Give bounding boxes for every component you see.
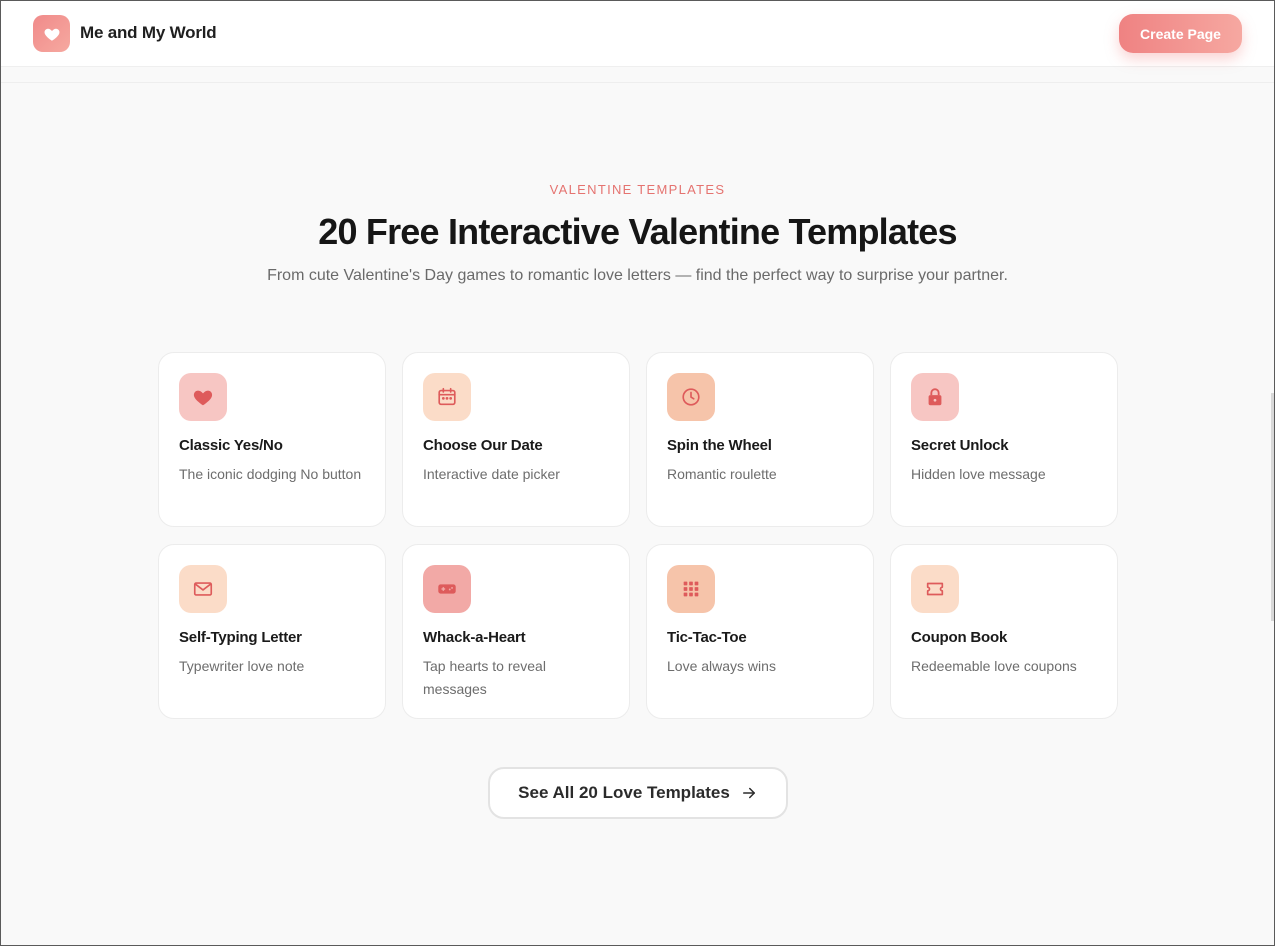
card-title: Choose Our Date — [423, 437, 543, 454]
card-description: Hidden love message — [911, 466, 1046, 482]
scrollbar[interactable] — [1271, 393, 1274, 621]
card-icon-tile — [179, 565, 227, 613]
card-icon-tile — [423, 373, 471, 421]
template-card-self-typing-letter[interactable]: Self-Typing Letter Typewriter love note — [158, 544, 386, 719]
header-divider — [1, 67, 1274, 83]
card-icon-tile — [179, 373, 227, 421]
template-card-tic-tac-toe[interactable]: Tic-Tac-Toe Love always wins — [646, 544, 874, 719]
ticket-icon — [926, 582, 944, 596]
template-card-choose-our-date[interactable]: Choose Our Date Interactive date picker — [402, 352, 630, 527]
page: Me and My World Create Page VALENTINE TE… — [0, 0, 1275, 946]
card-description: Tap hearts to reveal messages — [423, 658, 546, 697]
card-icon-tile — [911, 373, 959, 421]
card-description: Interactive date picker — [423, 466, 560, 482]
template-card-spin-the-wheel[interactable]: Spin the Wheel Romantic roulette — [646, 352, 874, 527]
card-description: The iconic dodging No button — [179, 466, 362, 482]
card-description: Typewriter love note — [179, 658, 305, 674]
card-description: Romantic roulette — [667, 466, 777, 482]
template-card-classic-yes-no[interactable]: Classic Yes/No The iconic dodging No but… — [158, 352, 386, 527]
card-title: Classic Yes/No — [179, 437, 283, 454]
template-card-secret-unlock[interactable]: Secret Unlock Hidden love message — [890, 352, 1118, 527]
clock-icon — [682, 388, 700, 406]
calendar-icon — [438, 387, 456, 406]
section-subtitle: From cute Valentine's Day games to roman… — [267, 267, 1008, 284]
template-card-whack-a-heart[interactable]: Whack-a-Heart Tap hearts to reveal messa… — [402, 544, 630, 719]
card-title: Spin the Wheel — [667, 437, 772, 454]
create-page-button[interactable]: Create Page — [1119, 14, 1242, 53]
heart-icon — [44, 28, 59, 41]
see-all-label: See All 20 Love Templates — [518, 783, 730, 802]
card-description: Redeemable love coupons — [911, 658, 1077, 674]
section-title: 20 Free Interactive Valentine Templates — [318, 211, 957, 252]
template-card-coupon-book[interactable]: Coupon Book Redeemable love coupons — [890, 544, 1118, 719]
brand-name[interactable]: Me and My World — [80, 23, 217, 43]
logo[interactable] — [33, 15, 70, 52]
card-description: Love always wins — [667, 658, 776, 674]
card-title: Coupon Book — [911, 629, 1008, 646]
grid-icon — [683, 581, 699, 597]
envelope-icon — [193, 582, 213, 596]
top-navbar: Me and My World Create Page — [1, 1, 1274, 67]
card-icon-tile — [667, 373, 715, 421]
heart-icon — [193, 390, 213, 406]
card-title: Tic-Tac-Toe — [667, 629, 747, 646]
card-title: Self-Typing Letter — [179, 629, 302, 646]
card-icon-tile — [911, 565, 959, 613]
section-eyebrow: VALENTINE TEMPLATES — [549, 182, 726, 197]
arrow-right-icon — [742, 787, 755, 799]
card-title: Secret Unlock — [911, 437, 1009, 454]
card-icon-tile — [423, 565, 471, 613]
gamepad-icon — [438, 584, 456, 594]
see-all-templates-button[interactable]: See All 20 Love Templates — [488, 767, 788, 819]
card-icon-tile — [667, 565, 715, 613]
lock-icon — [928, 388, 942, 406]
card-title: Whack-a-Heart — [423, 629, 526, 646]
